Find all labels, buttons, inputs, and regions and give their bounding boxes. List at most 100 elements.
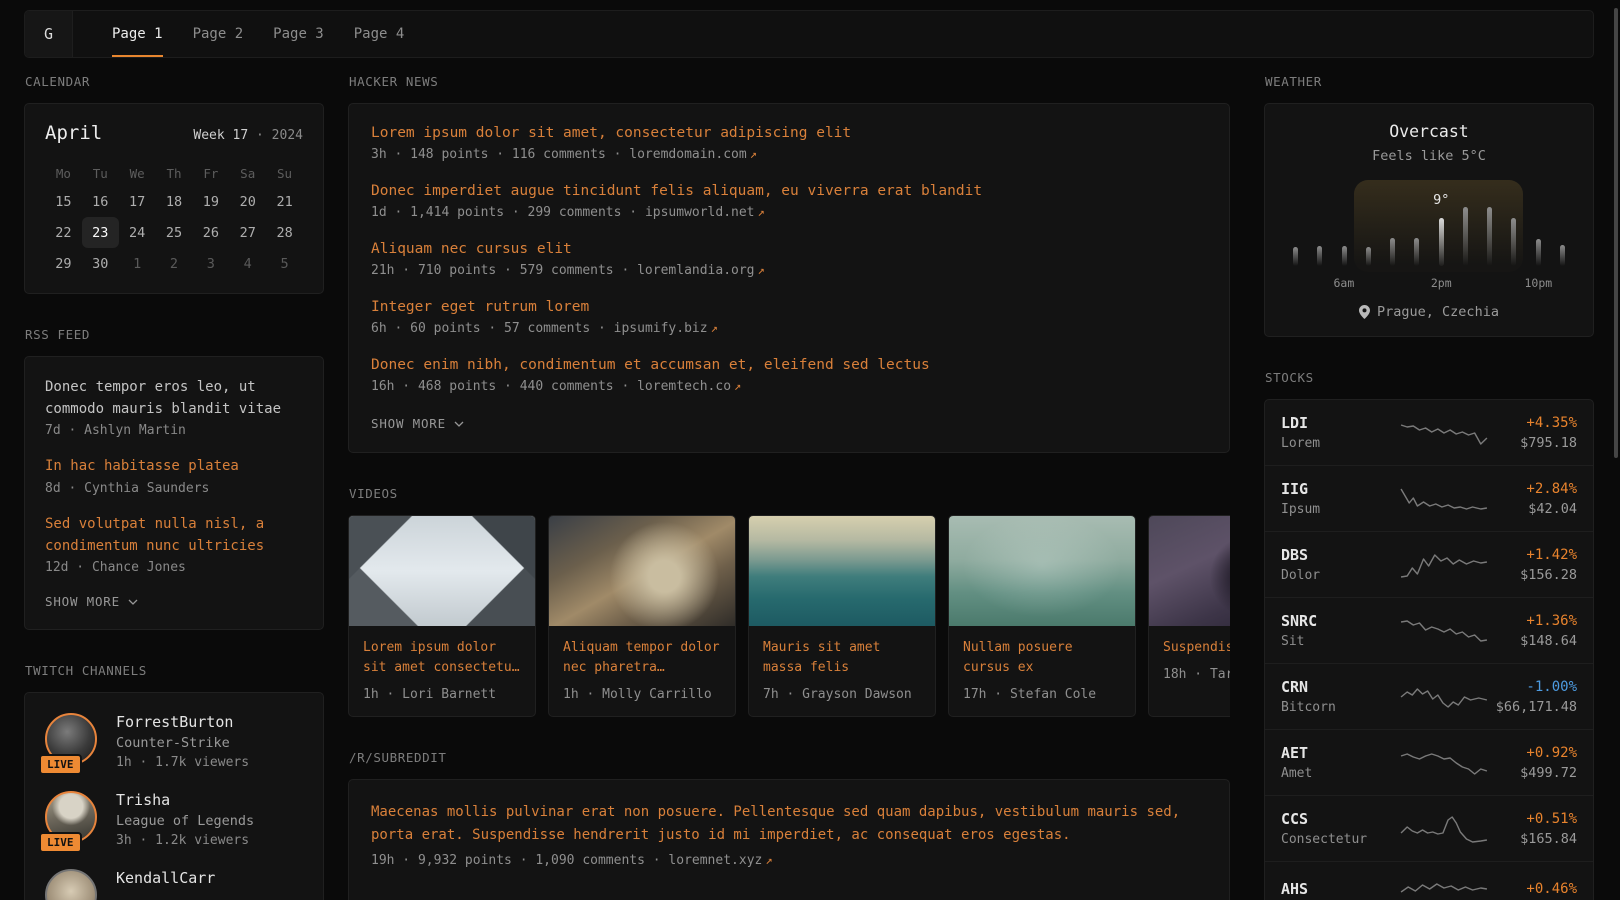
stock-ticker[interactable]: AET	[1281, 744, 1399, 762]
stock-row: AET Amet +0.92% $499.72	[1265, 729, 1593, 795]
calendar-day-next-month: 1	[119, 248, 156, 279]
rss-item: Sed volutpat nulla nisl, a condimentum n…	[45, 514, 303, 575]
calendar-section-title: CALENDAR	[25, 74, 322, 89]
twitch-channel-name[interactable]: ForrestBurton	[116, 713, 249, 731]
rss-item-title[interactable]: In hac habitasse platea	[45, 456, 303, 478]
video-title[interactable]: Mauris sit amet massa felis	[763, 638, 921, 678]
weekday-label: Th	[156, 160, 193, 186]
twitch-channel-name[interactable]: KendallCarr	[116, 869, 215, 887]
stock-ticker[interactable]: AHS	[1281, 880, 1399, 898]
stock-ticker[interactable]: CRN	[1281, 678, 1399, 696]
hn-item-title[interactable]: Integer eget rutrum lorem	[371, 299, 1207, 315]
external-link-icon[interactable]: ↗	[711, 321, 718, 335]
external-link-icon[interactable]: ↗	[765, 853, 772, 867]
tab-page-4[interactable]: Page 4	[339, 11, 420, 57]
stock-ticker[interactable]: CCS	[1281, 810, 1399, 828]
hacker-news-widget: Lorem ipsum dolor sit amet, consectetur …	[348, 103, 1230, 453]
twitch-avatar-wrap	[45, 869, 99, 900]
stock-ticker[interactable]: IIG	[1281, 480, 1399, 498]
app-logo[interactable]: G	[25, 11, 73, 57]
reddit-post-title[interactable]: Maecenas mollis pulvinar erat non posuer…	[371, 801, 1207, 847]
twitch-channel-name[interactable]: Trisha	[116, 791, 254, 809]
time-label: 2pm	[1431, 276, 1452, 290]
rss-section-title: RSS FEED	[25, 327, 322, 342]
hn-item-domain[interactable]: ipsumworld.net	[645, 205, 755, 220]
hn-item-domain[interactable]: loremlandia.org	[637, 263, 754, 278]
calendar-day: 15	[45, 186, 82, 217]
video-card-body: Suspendisse diam 18h · Tara	[1149, 626, 1230, 696]
stocks-section: STOCKS LDI Lorem +4.35% $795.18 IIG	[1264, 370, 1594, 900]
weather-hourly-chart: 9°	[1293, 178, 1565, 266]
hn-item-title[interactable]: Donec enim nibh, condimentum et accumsan…	[371, 357, 1207, 373]
nav-tabs: Page 1 Page 2 Page 3 Page 4	[97, 11, 419, 57]
twitch-game[interactable]: Counter-Strike	[116, 735, 249, 751]
stock-ticker[interactable]: DBS	[1281, 546, 1399, 564]
calendar-day-next-month: 2	[156, 248, 193, 279]
hn-item-title[interactable]: Lorem ipsum dolor sit amet, consectetur …	[371, 125, 1207, 141]
hn-meta-text: 21h · 710 points · 579 comments ·	[371, 263, 637, 278]
hn-item-domain[interactable]: loremdomain.com	[629, 147, 746, 162]
video-card[interactable]: Nullam posuere cursus ex 17h · Stefan Co…	[948, 515, 1136, 717]
weather-section-title: WEATHER	[1265, 74, 1592, 89]
hn-item: Donec imperdiet augue tincidunt felis al…	[371, 183, 1207, 220]
video-title[interactable]: Suspendisse diam	[1163, 638, 1230, 658]
video-thumbnail[interactable]	[549, 516, 735, 626]
weather-bar-current	[1439, 218, 1444, 266]
stock-ticker[interactable]: LDI	[1281, 414, 1399, 432]
rss-item-meta: 12d · Chance Jones	[45, 560, 303, 575]
video-card[interactable]: Mauris sit amet massa felis 7h · Grayson…	[748, 515, 936, 717]
stock-company: Lorem	[1281, 436, 1399, 451]
video-card[interactable]: Suspendisse diam 18h · Tara	[1148, 515, 1230, 717]
video-card-body: Aliquam tempor dolor nec pharetra… 1h · …	[549, 626, 735, 716]
hn-item-title[interactable]: Donec imperdiet augue tincidunt felis al…	[371, 183, 1207, 199]
video-card-body: Nullam posuere cursus ex 17h · Stefan Co…	[949, 626, 1135, 716]
hn-item-meta: 16h · 468 points · 440 comments · loremt…	[371, 379, 1207, 394]
rss-show-more-button[interactable]: SHOW MORE	[45, 594, 303, 609]
hn-item: Integer eget rutrum lorem 6h · 60 points…	[371, 299, 1207, 336]
rss-item-title[interactable]: Donec tempor eros leo, ut commodo mauris…	[45, 377, 303, 420]
tab-page-3[interactable]: Page 3	[258, 11, 339, 57]
avatar[interactable]	[45, 869, 97, 900]
calendar-day: 27	[229, 217, 266, 248]
stock-identity: AHS	[1281, 880, 1399, 900]
video-card[interactable]: Lorem ipsum dolor sit amet consectetu… 1…	[348, 515, 536, 717]
external-link-icon[interactable]: ↗	[734, 379, 741, 393]
video-thumbnail[interactable]	[749, 516, 935, 626]
stock-identity: AET Amet	[1281, 744, 1399, 781]
stock-ticker[interactable]: SNRC	[1281, 612, 1399, 630]
hn-item-domain[interactable]: loremtech.co	[637, 379, 731, 394]
location-pin-icon	[1359, 305, 1370, 319]
subreddit-section-title: /R/SUBREDDIT	[349, 750, 1228, 765]
video-thumbnail[interactable]	[349, 516, 535, 626]
stock-sparkline	[1399, 682, 1491, 712]
hn-show-more-button[interactable]: SHOW MORE	[371, 416, 1207, 431]
reddit-post-domain[interactable]: loremnet.xyz	[668, 853, 762, 868]
twitch-game[interactable]: League of Legends	[116, 813, 254, 829]
tab-page-1[interactable]: Page 1	[97, 11, 178, 57]
rss-item-title[interactable]: Sed volutpat nulla nisl, a condimentum n…	[45, 514, 303, 557]
current-temp-label: 9°	[1433, 192, 1449, 208]
hn-item-meta: 1d · 1,414 points · 299 comments · ipsum…	[371, 205, 1207, 220]
hn-item-title[interactable]: Aliquam nec cursus elit	[371, 241, 1207, 257]
weekday-label: Mo	[45, 160, 82, 186]
video-title[interactable]: Nullam posuere cursus ex	[963, 638, 1121, 678]
page-scrollbar[interactable]	[1614, 8, 1618, 458]
stock-price: $156.28	[1491, 567, 1577, 583]
external-link-icon[interactable]: ↗	[750, 147, 757, 161]
calendar-day-next-month: 5	[266, 248, 303, 279]
video-card[interactable]: Aliquam tempor dolor nec pharetra… 1h · …	[548, 515, 736, 717]
video-title[interactable]: Lorem ipsum dolor sit amet consectetu…	[363, 638, 521, 678]
video-meta: 17h · Stefan Cole	[963, 687, 1121, 702]
stock-company: Bitcorn	[1281, 700, 1399, 715]
rss-item-meta: 7d · Ashlyn Martin	[45, 423, 303, 438]
external-link-icon[interactable]: ↗	[758, 205, 765, 219]
external-link-icon[interactable]: ↗	[758, 263, 765, 277]
tab-page-2[interactable]: Page 2	[178, 11, 259, 57]
chevron-down-icon	[454, 421, 464, 427]
rss-section: RSS FEED Donec tempor eros leo, ut commo…	[24, 327, 324, 630]
stock-values: +1.36% $148.64	[1491, 613, 1577, 649]
video-title[interactable]: Aliquam tempor dolor nec pharetra…	[563, 638, 721, 678]
hn-item-domain[interactable]: ipsumify.biz	[614, 321, 708, 336]
video-thumbnail[interactable]	[1149, 516, 1230, 626]
video-thumbnail[interactable]	[949, 516, 1135, 626]
